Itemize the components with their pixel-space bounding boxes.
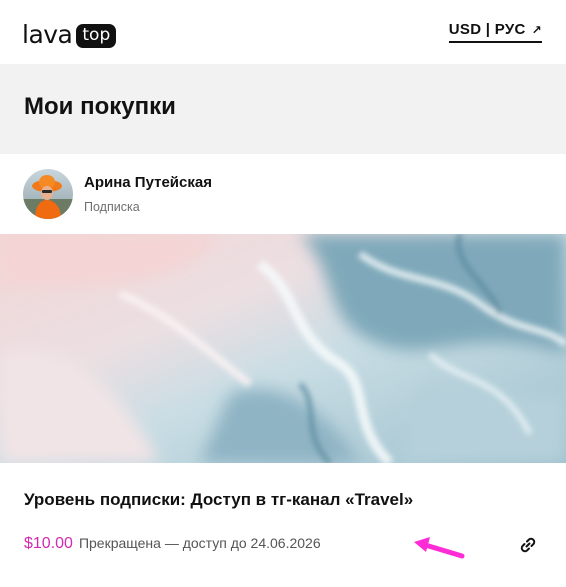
currency-language-switcher[interactable]: USD | РУС ↗	[448, 21, 542, 43]
subscription-status: Прекращена — доступ до 24.06.2026	[78, 535, 321, 551]
author-name[interactable]: Арина Путейская	[84, 174, 212, 191]
abstract-marble-image	[0, 234, 566, 463]
link-icon[interactable]	[516, 533, 540, 557]
logo-badge: top	[76, 24, 117, 48]
price: $10.00	[24, 535, 73, 552]
external-arrow-icon: ↗	[531, 22, 542, 37]
logo[interactable]: lava top	[22, 20, 117, 50]
subscription-level-title: Уровень подписки: Доступ в тг-канал «Tra…	[24, 490, 414, 509]
top-bar: lava top USD | РУС ↗	[0, 0, 566, 64]
cover-image	[0, 234, 566, 463]
avatar[interactable]	[23, 169, 73, 219]
locale-label: USD | РУС	[448, 21, 526, 38]
avatar-photo-icon	[23, 169, 73, 219]
author-row[interactable]: Арина Путейская Подписка	[0, 154, 566, 234]
annotation-arrow-icon	[414, 537, 465, 559]
price-status-row: $10.00 Прекращена — доступ до 24.06.2026	[24, 535, 321, 553]
page-title: Мои покупки	[24, 93, 176, 120]
logo-word: lava	[22, 20, 73, 49]
title-band: Мои покупки	[0, 64, 566, 154]
purchase-type: Подписка	[84, 200, 140, 214]
